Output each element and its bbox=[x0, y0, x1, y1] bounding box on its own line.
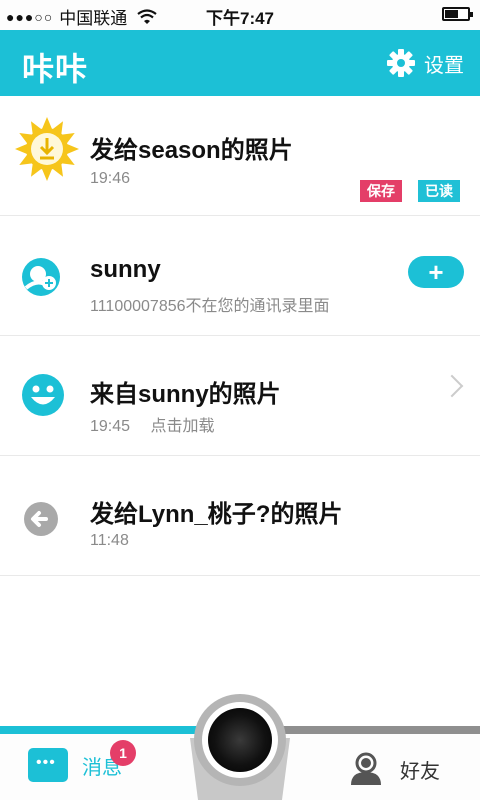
saved-badge: 保存 bbox=[360, 180, 402, 202]
item-title: 发给Lynn_桃子?的照片 bbox=[90, 501, 343, 528]
bottom-divider-gray bbox=[280, 726, 480, 734]
notification-badge: 1 bbox=[110, 740, 136, 766]
battery-fill bbox=[445, 10, 459, 18]
list-item[interactable]: sunny 11100007856不在您的通讯录里面 + bbox=[0, 216, 480, 336]
status-bar: ●●●○○ 中国联通 下午7:47 bbox=[0, 0, 480, 30]
message-list: 发给season的照片 19:46 sunny 11100007856不在您的通… bbox=[0, 96, 480, 576]
item-title: 发给season的照片 bbox=[90, 137, 293, 164]
status-time: 下午7:47 bbox=[205, 9, 275, 28]
camera-lens-icon bbox=[208, 708, 272, 772]
add-contact-icon bbox=[22, 258, 60, 296]
read-badge: 已读 bbox=[418, 180, 460, 202]
settings-button[interactable]: 设置 bbox=[386, 48, 464, 78]
list-item[interactable]: 来自sunny的照片 19:45 点击加载 bbox=[0, 336, 480, 456]
camera-button[interactable] bbox=[184, 694, 296, 800]
app-logo: 咔咔 bbox=[22, 51, 89, 87]
tab-messages[interactable]: 消息 bbox=[28, 748, 122, 782]
tap-to-load-label[interactable]: 点击加载 bbox=[151, 418, 215, 435]
back-arrow-icon bbox=[24, 502, 58, 536]
settings-label: 设置 bbox=[424, 54, 464, 77]
gear-icon bbox=[387, 49, 415, 77]
item-time: 19:45 bbox=[90, 418, 131, 435]
tab-friends-label: 好友 bbox=[400, 760, 440, 783]
add-friend-button[interactable]: + bbox=[408, 256, 464, 288]
item-title: sunny bbox=[90, 256, 161, 283]
chevron-right-icon bbox=[440, 374, 464, 398]
item-subtitle: 19:45 点击加载 bbox=[90, 412, 215, 436]
message-icon bbox=[28, 748, 68, 782]
battery-icon bbox=[442, 7, 473, 21]
item-title: 来自sunny的照片 bbox=[90, 381, 281, 408]
friends-icon bbox=[351, 752, 381, 785]
sun-download-icon bbox=[15, 117, 79, 181]
list-item[interactable]: 发给Lynn_桃子?的照片 11:48 bbox=[0, 456, 480, 576]
item-subtitle: 11100007856不在您的通讯录里面 bbox=[90, 298, 330, 315]
item-time: 11:48 bbox=[90, 532, 129, 549]
list-item[interactable]: 发给season的照片 19:46 bbox=[0, 96, 480, 216]
app-header: 咔咔 设置 bbox=[0, 30, 480, 96]
smiley-icon bbox=[22, 374, 64, 416]
item-time: 19:46 bbox=[90, 170, 131, 187]
tab-friends[interactable]: 好友 bbox=[348, 752, 440, 786]
